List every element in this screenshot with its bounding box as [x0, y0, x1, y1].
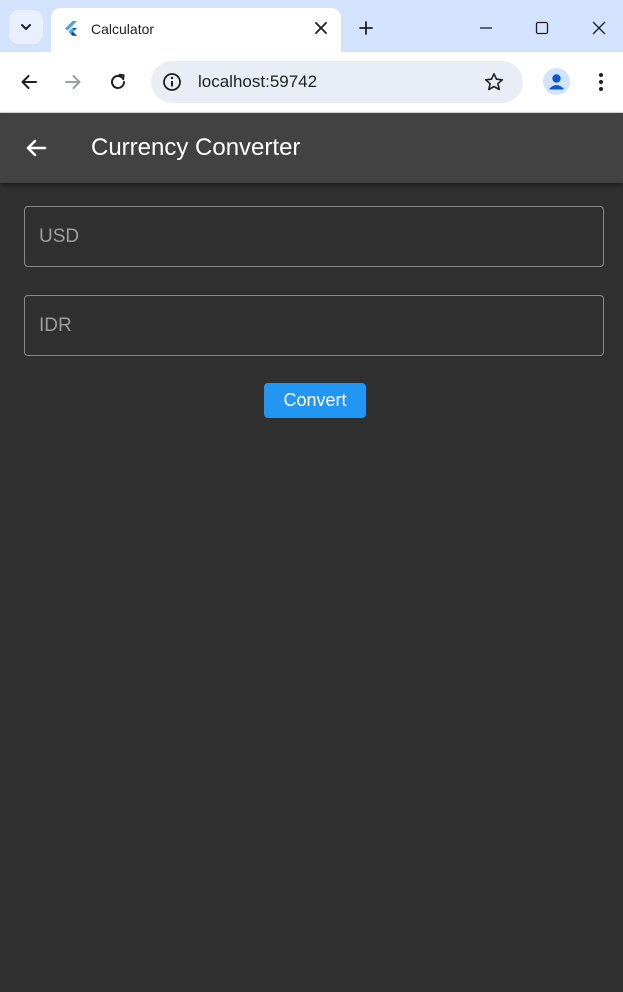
profile-button[interactable]: [543, 68, 570, 95]
forward-button[interactable]: [61, 70, 85, 94]
usd-input[interactable]: [25, 207, 603, 266]
browser-tab[interactable]: Calculator: [51, 8, 341, 52]
close-icon: [592, 21, 606, 35]
reload-icon: [111, 73, 125, 89]
tab-close-button[interactable]: [311, 18, 331, 38]
idr-input[interactable]: [25, 296, 603, 355]
person-icon: [549, 74, 564, 90]
idr-field[interactable]: [24, 295, 604, 356]
browser-toolbar: localhost:59742: [0, 52, 623, 113]
arrow-left-icon: [21, 75, 37, 89]
tab-search-button[interactable]: [9, 10, 43, 44]
more-vert-icon: [599, 73, 603, 91]
page-title: Currency Converter: [91, 134, 301, 161]
bookmark-button[interactable]: [483, 71, 505, 93]
tab-title: Calculator: [91, 21, 155, 37]
url-text: localhost:59742: [198, 72, 318, 91]
address-bar[interactable]: localhost:59742: [151, 61, 523, 103]
usd-field[interactable]: [24, 206, 604, 267]
site-info-button[interactable]: [161, 71, 183, 93]
back-button[interactable]: [17, 70, 41, 94]
new-tab-button[interactable]: [355, 17, 377, 39]
flutter-icon: [65, 21, 77, 36]
browser-window: Calculator localhost:59742 Currency Conv…: [0, 0, 623, 992]
chevron-down-icon: [21, 24, 31, 30]
convert-button[interactable]: Convert: [264, 383, 366, 418]
arrow-back-icon: [26, 139, 47, 157]
arrow-right-icon: [65, 75, 81, 89]
star-icon: [484, 73, 504, 91]
reload-button[interactable]: [106, 70, 130, 94]
info-icon: [163, 73, 181, 91]
minimize-button[interactable]: [472, 14, 500, 42]
maximize-button[interactable]: [528, 14, 556, 42]
window-close-button[interactable]: [585, 14, 613, 42]
app-bar: Currency Converter: [0, 113, 623, 183]
browser-menu-button[interactable]: [590, 70, 612, 94]
minimize-icon: [480, 27, 492, 29]
app-back-button[interactable]: [24, 136, 48, 160]
maximize-icon: [535, 21, 549, 35]
plus-icon: [359, 21, 373, 35]
tab-strip: Calculator: [0, 0, 623, 52]
close-icon: [315, 22, 327, 34]
